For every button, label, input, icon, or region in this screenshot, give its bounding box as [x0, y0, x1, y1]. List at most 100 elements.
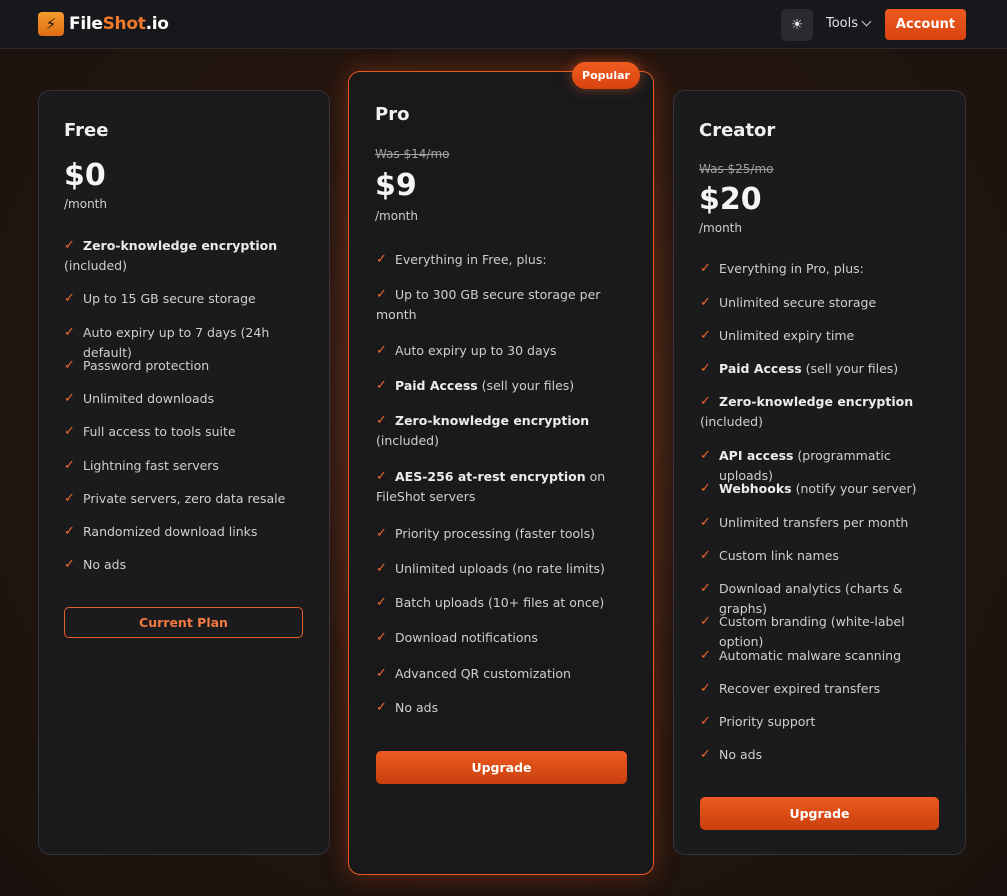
checkmark-icon: ✓ [64, 424, 75, 439]
pro-feature-item: ✓ Auto expiry up to 30 days [376, 341, 616, 361]
popular-badge: Popular [572, 62, 640, 89]
top-nav-bar: ⚡ FileShot.io ☀ Tools Account [0, 0, 1007, 49]
creator-feature-item: ✓ Unlimited transfers per month [700, 513, 945, 533]
creator-feature-item: ✓ Automatic malware scanning [700, 646, 945, 666]
creator-feature-item: ✓ No ads [700, 745, 945, 765]
checkmark-icon: ✓ [700, 648, 711, 663]
lightning-icon: ⚡ [38, 12, 64, 36]
pro-plan-name: Pro [375, 104, 410, 125]
pro-feature-item: ✓ Paid Access (sell your files) [376, 376, 616, 396]
feature-text: Everything in Free, plus: [395, 252, 547, 267]
checkmark-icon: ✓ [64, 238, 75, 253]
tools-menu[interactable]: Tools [826, 16, 872, 31]
checkmark-icon: ✓ [64, 358, 75, 373]
checkmark-icon: ✓ [700, 481, 711, 496]
feature-text: AES-256 at-rest encryption on FileShot s… [376, 467, 616, 507]
checkmark-icon: ✓ [376, 413, 387, 428]
feature-text: No ads [719, 747, 763, 762]
feature-highlight: Zero-knowledge encryption [83, 238, 278, 253]
checkmark-icon: ✓ [64, 391, 75, 406]
checkmark-icon: ✓ [700, 548, 711, 563]
feature-text: Download notifications [395, 630, 538, 645]
checkmark-icon: ✓ [376, 666, 387, 681]
feature-highlight: Paid Access [719, 361, 802, 376]
checkmark-icon: ✓ [64, 491, 75, 506]
chevron-down-icon [861, 16, 872, 27]
free-feature-item: ✓ Unlimited downloads [64, 389, 314, 409]
checkmark-icon: ✓ [700, 515, 711, 530]
checkmark-icon: ✓ [376, 287, 387, 302]
checkmark-icon: ✓ [64, 325, 75, 340]
free-feature-item: ✓ No ads [64, 555, 314, 575]
creator-feature-item: ✓ Webhooks (notify your server) [700, 479, 945, 499]
creator-feature-item: ✓ Unlimited expiry time [700, 326, 945, 346]
feature-highlight: Zero-knowledge encryption [395, 413, 590, 428]
checkmark-icon: ✓ [700, 747, 711, 762]
feature-text: No ads [83, 557, 127, 572]
checkmark-icon: ✓ [376, 378, 387, 393]
feature-highlight: AES-256 at-rest encryption [395, 469, 586, 484]
feature-detail: (included) [64, 258, 127, 273]
checkmark-icon: ✓ [700, 681, 711, 696]
free-feature-item: ✓ Lightning fast servers [64, 456, 314, 476]
creator-plan-price: $20 [699, 182, 762, 217]
checkmark-icon: ✓ [64, 524, 75, 539]
checkmark-icon: ✓ [700, 361, 711, 376]
pro-feature-item: ✓ Zero-knowledge encryption (included) [376, 411, 616, 451]
pro-feature-item: ✓ Download notifications [376, 628, 616, 648]
feature-detail: (notify your server) [791, 481, 917, 496]
feature-text: No ads [395, 700, 439, 715]
pro-feature-item: ✓ Advanced QR customization [376, 664, 616, 684]
feature-text: Everything in Pro, plus: [719, 261, 864, 276]
checkmark-icon: ✓ [64, 557, 75, 572]
creator-feature-item: ✓ Zero-knowledge encryption (included) [700, 392, 945, 432]
account-button[interactable]: Account [885, 9, 966, 40]
theme-toggle-button[interactable]: ☀ [781, 9, 813, 41]
checkmark-icon: ✓ [700, 714, 711, 729]
pro-feature-item: ✓ No ads [376, 698, 616, 718]
feature-text: Advanced QR customization [395, 666, 571, 681]
feature-text: Unlimited transfers per month [719, 515, 909, 530]
feature-text: Zero-knowledge encryption (included) [64, 236, 314, 276]
checkmark-icon: ✓ [64, 291, 75, 306]
feature-text: Recover expired transfers [719, 681, 881, 696]
feature-text: Zero-knowledge encryption (included) [376, 411, 616, 451]
tools-label: Tools [826, 16, 859, 31]
creator-plan-period: /month [699, 221, 742, 235]
creator-feature-item: ✓ Paid Access (sell your files) [700, 359, 945, 379]
feature-text: Priority processing (faster tools) [395, 526, 596, 541]
pro-was-price: Was $14/mo [375, 147, 450, 161]
feature-highlight: Paid Access [395, 378, 478, 393]
creator-feature-item: ✓ Custom link names [700, 546, 945, 566]
creator-was-price: Was $25/mo [699, 162, 774, 176]
fileshot-logo[interactable]: ⚡ FileShot.io [38, 12, 169, 36]
free-plan-price: $0 [64, 158, 106, 193]
creator-plan-name: Creator [699, 120, 776, 141]
feature-text: Zero-knowledge encryption (included) [700, 392, 945, 432]
feature-text: Unlimited uploads (no rate limits) [395, 561, 605, 576]
logo-text: FileShot.io [69, 14, 169, 34]
free-feature-item: ✓ Up to 15 GB secure storage [64, 289, 314, 309]
feature-text: Webhooks (notify your server) [700, 479, 945, 499]
feature-detail: (included) [700, 414, 763, 429]
creator-upgrade-button[interactable]: Upgrade [700, 797, 939, 830]
pro-feature-item: ✓ Unlimited uploads (no rate limits) [376, 559, 616, 579]
pro-feature-item: ✓ Up to 300 GB secure storage per month [376, 285, 616, 325]
creator-feature-item: ✓ Everything in Pro, plus: [700, 259, 945, 279]
checkmark-icon: ✓ [376, 343, 387, 358]
feature-text: Up to 15 GB secure storage [83, 291, 256, 306]
feature-text: Priority support [719, 714, 816, 729]
checkmark-icon: ✓ [700, 261, 711, 276]
free-feature-item: ✓ Password protection [64, 356, 314, 376]
free-plan-name: Free [64, 120, 109, 141]
current-plan-button[interactable]: Current Plan [64, 607, 303, 638]
pro-plan-period: /month [375, 209, 418, 223]
pro-plan-price: $9 [375, 168, 417, 203]
feature-highlight: Webhooks [719, 481, 792, 496]
pro-feature-item: ✓ Priority processing (faster tools) [376, 524, 616, 544]
feature-text: Custom link names [719, 548, 839, 563]
free-feature-item: ✓ Zero-knowledge encryption (included) [64, 236, 314, 276]
pro-upgrade-button[interactable]: Upgrade [376, 751, 627, 784]
checkmark-icon: ✓ [376, 526, 387, 541]
checkmark-icon: ✓ [700, 328, 711, 343]
